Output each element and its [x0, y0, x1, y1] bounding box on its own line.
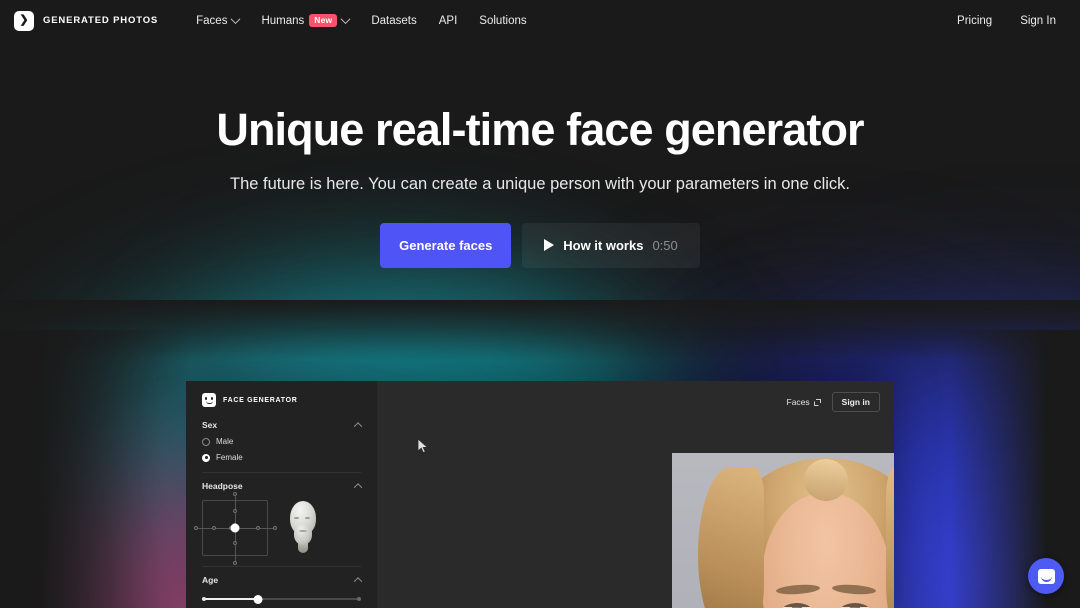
external-link-icon [813, 398, 821, 406]
nav-item-label: Pricing [957, 14, 993, 27]
section-title: Headpose [202, 481, 243, 491]
app-header-actions: Faces Sign in [787, 392, 880, 412]
radio-icon-selected [202, 453, 210, 462]
nav-item-label: Humans [261, 14, 305, 27]
how-it-works-duration: 0:50 [652, 237, 678, 253]
generate-faces-button[interactable]: Generate faces [380, 222, 512, 268]
nav-item-humans[interactable]: Humans New [261, 14, 351, 27]
nav-item-faces[interactable]: Faces [196, 14, 241, 27]
radio-label: Female [216, 453, 243, 462]
app-sidebar: FACE GENERATOR Sex Male Female Headpose … [186, 381, 377, 608]
radio-option-female[interactable]: Female [202, 453, 361, 462]
section-headpose: Headpose [186, 472, 377, 565]
generated-face-image [672, 453, 894, 608]
chevron-down-icon [231, 14, 241, 25]
page-root: ❯ GENERATED PHOTOS Faces Humans New Data… [0, 0, 1080, 608]
nav-item-sign-in[interactable]: Sign In [1020, 15, 1056, 27]
headpose-controls [194, 492, 361, 565]
nav-item-pricing[interactable]: Pricing [957, 15, 992, 27]
section-sex-header[interactable]: Sex [202, 420, 363, 431]
app-main-area: Faces Sign in [377, 381, 894, 608]
section-sex: Sex Male Female [186, 420, 377, 462]
section-title: Sex [202, 420, 218, 430]
age-slider[interactable] [202, 594, 361, 604]
chevron-down-icon [340, 14, 351, 25]
chevron-up-icon [353, 483, 363, 492]
app-faces-label: Faces [786, 397, 810, 407]
intercom-chat-launcher[interactable] [1028, 558, 1064, 594]
nav-item-label: Solutions [479, 14, 527, 27]
nav-links: Faces Humans New Datasets API Solutions [196, 14, 527, 27]
age-slider-handle[interactable] [253, 594, 263, 604]
app-logo[interactable]: FACE GENERATOR [186, 381, 377, 407]
chevron-right-icon: ❯ [14, 10, 34, 31]
nav-item-api[interactable]: API [439, 15, 458, 27]
hero-subtitle: The future is here. You can create a uni… [229, 175, 851, 193]
play-icon [544, 239, 555, 251]
how-it-works-label: How it works [563, 237, 644, 253]
nav-item-label: Datasets [371, 14, 417, 27]
face-smiley-icon [202, 393, 216, 407]
nav-item-label: Faces [196, 14, 228, 27]
nav-item-label: Sign In [1020, 14, 1056, 27]
head-preview-3d [281, 500, 325, 556]
hero-cta-row: Generate faces How it works 0:50 [0, 222, 1080, 268]
how-it-works-button[interactable]: How it works 0:50 [522, 222, 700, 268]
app-logo-label: FACE GENERATOR [223, 396, 298, 404]
top-navigation-bar: ❯ GENERATED PHOTOS Faces Humans New Data… [0, 0, 1080, 41]
section-headpose-header[interactable]: Headpose [202, 472, 363, 492]
status-badge-new: New [309, 14, 338, 27]
radio-icon [202, 437, 210, 446]
brand-name: GENERATED PHOTOS [43, 15, 159, 26]
headpose-handle[interactable] [230, 523, 240, 533]
app-sign-in-button[interactable]: Sign in [831, 392, 880, 412]
page-title: Unique real-time face generator [216, 104, 864, 155]
chat-bubble-icon [1037, 568, 1055, 584]
face-generator-app-panel: FACE GENERATOR Sex Male Female Headpose … [186, 381, 894, 608]
chevron-up-icon [353, 422, 363, 431]
nav-item-datasets[interactable]: Datasets [371, 15, 416, 27]
nav-item-solutions[interactable]: Solutions [479, 15, 526, 27]
app-faces-link[interactable]: Faces [787, 397, 821, 407]
section-title: Age [202, 575, 219, 585]
radio-option-male[interactable]: Male [202, 437, 361, 446]
nav-right-actions: Pricing Sign In [957, 15, 1066, 27]
brand-logo[interactable]: ❯ GENERATED PHOTOS [14, 10, 159, 31]
section-age-header[interactable]: Age [202, 566, 363, 586]
nav-item-label: API [438, 14, 458, 27]
radio-label: Male [216, 437, 234, 446]
chevron-up-icon [353, 577, 363, 586]
mouse-cursor [417, 438, 429, 454]
section-age: Age [186, 566, 377, 604]
headpose-grid[interactable] [194, 492, 277, 565]
